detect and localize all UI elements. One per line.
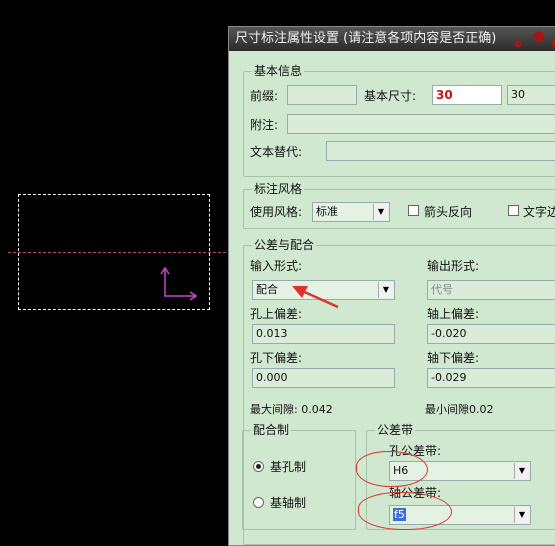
fit-system-group: 配合制 基孔制 基轴制 bbox=[242, 422, 356, 530]
style-group: 标注风格 使用风格: 标准 ▼ 箭头反向 文字边 bbox=[243, 181, 555, 229]
shaft-upper-field[interactable]: -0.020 bbox=[427, 324, 555, 344]
chevron-down-icon[interactable]: ▼ bbox=[514, 507, 529, 523]
use-style-label: 使用风格: bbox=[250, 205, 303, 219]
hole-lower-field[interactable]: 0.000 bbox=[252, 368, 395, 388]
basic-info-group: 基本信息 前缀: 基本尺寸: 30 30 附注: 文本替代: bbox=[243, 63, 555, 177]
chevron-down-icon[interactable]: ▼ bbox=[373, 204, 388, 220]
red-pointer-arrow-icon bbox=[292, 286, 339, 309]
red-circle-annotation bbox=[356, 451, 428, 487]
output-form-value: 代号 bbox=[431, 283, 453, 296]
chevron-down-icon[interactable]: ▼ bbox=[378, 282, 393, 298]
shaft-lower-field[interactable]: -0.029 bbox=[427, 368, 555, 388]
text-replace-label: 文本替代: bbox=[250, 145, 303, 159]
fit-system-legend: 配合制 bbox=[251, 422, 292, 438]
input-form-value: 配合 bbox=[256, 283, 278, 296]
base-size-alt-field[interactable]: 30 bbox=[507, 85, 555, 105]
dialog-titlebar[interactable]: 尺寸标注属性设置 (请注意各项内容是否正确) bbox=[229, 27, 555, 51]
output-form-label: 输出形式: bbox=[427, 259, 480, 273]
hole-upper-field[interactable]: 0.013 bbox=[252, 324, 395, 344]
chevron-down-icon[interactable]: ▼ bbox=[514, 463, 529, 479]
text-partial-label: 文字边 bbox=[523, 205, 555, 219]
min-gap-text: 最小间隙0.02 bbox=[425, 403, 494, 416]
note-field[interactable] bbox=[287, 114, 555, 134]
arrow-reverse-checkbox[interactable] bbox=[408, 205, 419, 216]
max-gap-text: 最大间隙: 0.042 bbox=[250, 403, 333, 416]
use-style-combo[interactable]: 标准 ▼ bbox=[312, 202, 390, 222]
red-circle-annotation bbox=[358, 492, 452, 530]
hole-basis-radio[interactable] bbox=[253, 461, 264, 472]
hole-basis-label: 基孔制 bbox=[270, 460, 307, 474]
output-form-combo[interactable]: 代号 bbox=[427, 280, 555, 300]
shaft-upper-label: 轴上偏差: bbox=[427, 307, 480, 321]
arrow-reverse-label: 箭头反向 bbox=[424, 205, 473, 219]
hole-lower-label: 孔下偏差: bbox=[250, 351, 303, 365]
shaft-basis-radio[interactable] bbox=[253, 497, 264, 508]
tolerance-zone-legend: 公差带 bbox=[375, 422, 416, 438]
ucs-icon bbox=[160, 266, 198, 301]
dialog-title: 尺寸标注属性设置 (请注意各项内容是否正确) bbox=[235, 31, 497, 46]
input-form-label: 输入形式: bbox=[250, 259, 303, 273]
text-partial-checkbox[interactable] bbox=[508, 205, 519, 216]
title-decoration-icon bbox=[497, 27, 555, 51]
text-replace-field[interactable] bbox=[326, 141, 555, 161]
note-label: 附注: bbox=[250, 118, 279, 132]
base-size-field[interactable]: 30 bbox=[432, 85, 502, 105]
prefix-field[interactable] bbox=[287, 85, 357, 105]
use-style-value: 标准 bbox=[316, 205, 338, 218]
shaft-lower-label: 轴下偏差: bbox=[427, 351, 480, 365]
style-legend: 标注风格 bbox=[252, 181, 305, 197]
basic-info-legend: 基本信息 bbox=[252, 63, 305, 79]
prefix-label: 前缀: bbox=[250, 89, 279, 103]
cad-center-line bbox=[8, 252, 226, 253]
base-size-label: 基本尺寸: bbox=[364, 89, 417, 103]
tolerance-fit-legend: 公差与配合 bbox=[252, 237, 317, 253]
shaft-basis-label: 基轴制 bbox=[270, 496, 307, 510]
